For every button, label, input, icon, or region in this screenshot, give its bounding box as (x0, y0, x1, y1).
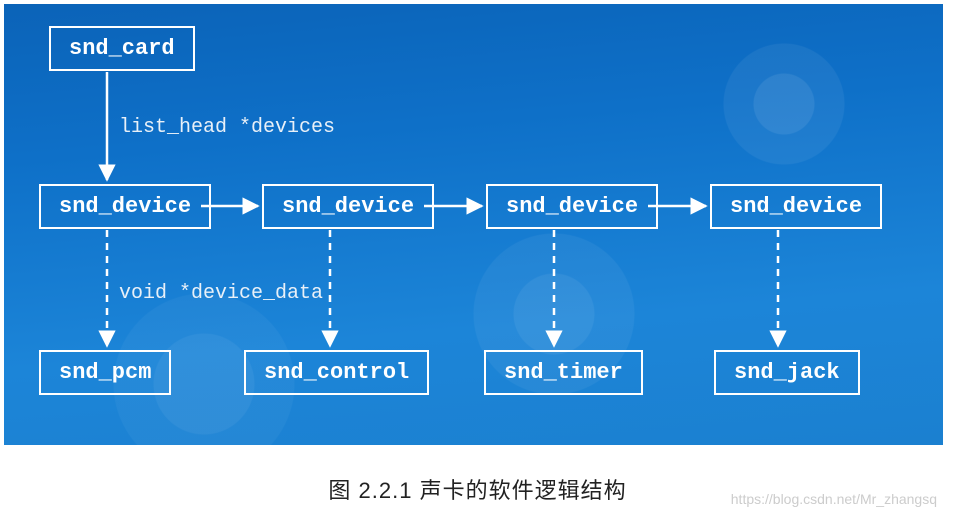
watermark-text: https://blog.csdn.net/Mr_zhangsq (731, 491, 937, 507)
edge-label-list-head-devices: list_head *devices (119, 116, 335, 139)
edge-label-void-device-data: void *device_data (119, 282, 323, 305)
node-snd-device-2: snd_device (262, 184, 434, 229)
node-snd-timer: snd_timer (484, 350, 643, 395)
node-snd-pcm: snd_pcm (39, 350, 171, 395)
node-snd-jack: snd_jack (714, 350, 860, 395)
node-snd-card: snd_card (49, 26, 195, 71)
diagram-container: snd_card snd_device snd_device snd_devic… (4, 4, 943, 445)
node-snd-device-1: snd_device (39, 184, 211, 229)
node-snd-device-4: snd_device (710, 184, 882, 229)
node-snd-control: snd_control (244, 350, 429, 395)
node-snd-device-3: snd_device (486, 184, 658, 229)
